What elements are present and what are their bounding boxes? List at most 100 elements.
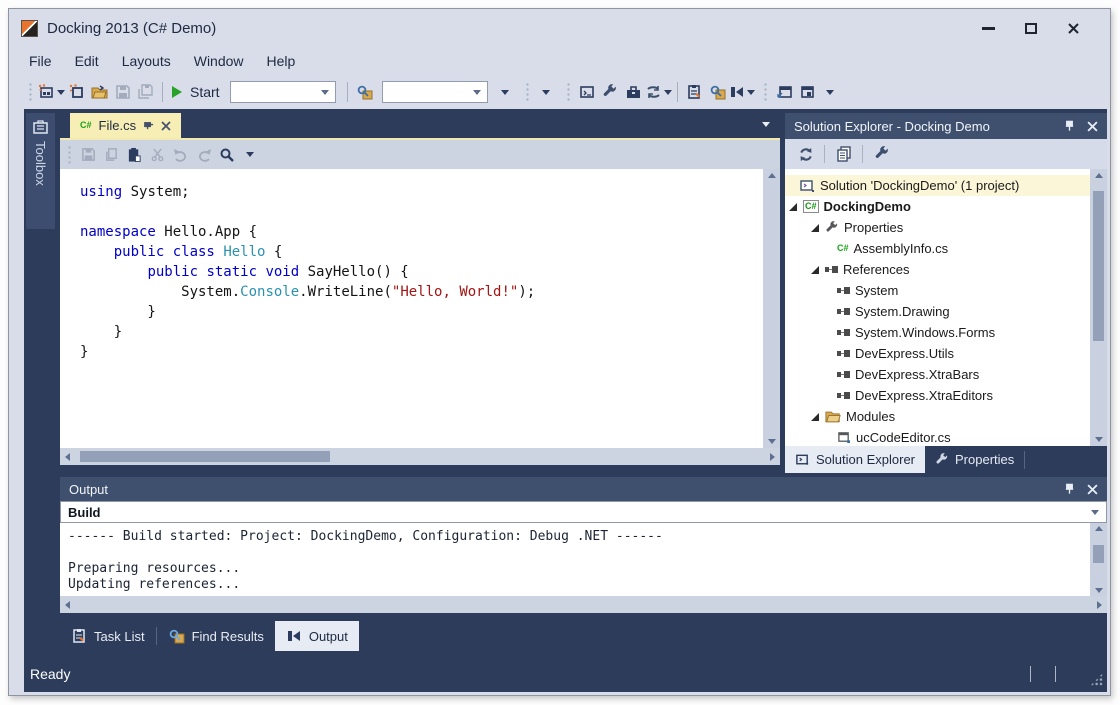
minimize-button[interactable] <box>982 27 995 30</box>
run-config-combobox[interactable] <box>230 81 336 103</box>
toolbar-grip[interactable] <box>28 82 33 102</box>
expander-icon[interactable] <box>811 224 819 232</box>
tree-item-folder[interactable]: Modules <box>785 406 1090 427</box>
scroll-up-arrow[interactable] <box>1095 526 1103 531</box>
toolbar-overflow-caret[interactable] <box>819 80 842 104</box>
menu-item-layouts[interactable]: Layouts <box>122 53 171 69</box>
tree-item-reference[interactable]: DevExpress.Utils <box>785 343 1090 364</box>
find-in-files-button[interactable] <box>353 80 376 104</box>
layout-switch-caret[interactable] <box>664 90 672 95</box>
toolbar-grip[interactable] <box>763 82 768 102</box>
expander-icon[interactable] <box>789 203 797 211</box>
search-button[interactable] <box>215 143 238 167</box>
code-editor[interactable]: using System; namespace Hello.App { publ… <box>60 169 780 448</box>
tree-item-solution[interactable]: Solution 'DockingDemo' (1 project) <box>785 175 1090 196</box>
save-all-button[interactable] <box>134 80 157 104</box>
menu-item-help[interactable]: Help <box>267 53 296 69</box>
toolbar-grip[interactable] <box>566 82 571 102</box>
close-tab-icon[interactable] <box>161 121 171 131</box>
expander-icon[interactable] <box>811 266 819 274</box>
output-text[interactable]: ------ Build started: Project: DockingDe… <box>60 523 1090 596</box>
tree-item-project[interactable]: C# DockingDemo <box>785 196 1090 217</box>
close-icon[interactable] <box>1087 484 1098 495</box>
output-button[interactable] <box>729 80 755 104</box>
toolbar-overflow-caret[interactable] <box>535 80 558 104</box>
output-vertical-scrollbar[interactable] <box>1090 523 1107 596</box>
expander-icon[interactable] <box>811 413 819 421</box>
maximize-button[interactable] <box>1025 23 1037 34</box>
scroll-up-arrow[interactable] <box>1095 173 1103 178</box>
toolbox-tab[interactable]: Toolbox <box>26 113 55 229</box>
editor-vertical-scrollbar[interactable] <box>763 169 780 448</box>
output-channel-combobox[interactable]: Build <box>60 501 1107 523</box>
undo-button[interactable] <box>169 143 192 167</box>
properties-button[interactable] <box>599 80 622 104</box>
document-tab-filecs[interactable]: C# File.cs <box>70 113 181 138</box>
editor-horizontal-scrollbar[interactable] <box>60 448 780 465</box>
task-list-button[interactable] <box>683 80 706 104</box>
solution-explorer-button[interactable] <box>576 80 599 104</box>
scroll-down-arrow[interactable] <box>768 439 776 444</box>
show-all-files-button[interactable] <box>832 142 855 166</box>
output-header[interactable]: Output <box>60 477 1107 501</box>
search-options-caret[interactable] <box>238 143 261 167</box>
output-horizontal-scrollbar[interactable] <box>60 596 1107 613</box>
new-item-button[interactable] <box>65 80 88 104</box>
scroll-thumb[interactable] <box>1093 191 1104 341</box>
pin-icon[interactable] <box>1064 483 1075 495</box>
toolbar-grip[interactable] <box>525 82 530 102</box>
pin-icon[interactable] <box>1064 120 1075 132</box>
tab-properties[interactable]: Properties <box>925 446 1024 473</box>
scroll-left-arrow[interactable] <box>65 601 70 609</box>
toolbox-button[interactable] <box>622 80 645 104</box>
copy-button[interactable] <box>100 143 123 167</box>
tree-item-file[interactable]: C# AssemblyInfo.cs <box>785 238 1090 259</box>
scroll-down-arrow[interactable] <box>1095 437 1103 442</box>
menu-item-file[interactable]: File <box>29 53 52 69</box>
save-button[interactable] <box>77 143 100 167</box>
search-combo-caret[interactable] <box>473 90 481 95</box>
open-button[interactable] <box>88 80 111 104</box>
tree-item-reference[interactable]: System.Drawing <box>785 301 1090 322</box>
close-icon[interactable] <box>1087 121 1098 132</box>
output-channel-caret[interactable] <box>1091 510 1099 515</box>
tree-item-reference[interactable]: System.Windows.Forms <box>785 322 1090 343</box>
scroll-right-arrow[interactable] <box>770 453 775 461</box>
properties-wrench-button[interactable] <box>870 142 893 166</box>
scroll-right-arrow[interactable] <box>1097 601 1102 609</box>
new-project-caret[interactable] <box>57 90 65 95</box>
new-project-button[interactable] <box>38 80 65 104</box>
redo-button[interactable] <box>192 143 215 167</box>
document-list-caret[interactable] <box>762 122 770 127</box>
toolbar-grip[interactable] <box>67 145 72 165</box>
cut-button[interactable] <box>146 143 169 167</box>
tree-item-file[interactable]: ucCodeEditor.cs <box>785 427 1090 446</box>
code-area[interactable]: using System; namespace Hello.App { publ… <box>60 169 763 448</box>
solution-explorer-header[interactable]: Solution Explorer - Docking Demo <box>785 113 1107 139</box>
toolbar-overflow-caret[interactable] <box>494 80 517 104</box>
tree-item-references[interactable]: References <box>785 259 1090 280</box>
find-results-button[interactable] <box>706 80 729 104</box>
tree-item-reference[interactable]: DevExpress.XtraEditors <box>785 385 1090 406</box>
start-button[interactable]: Start <box>168 80 224 104</box>
paste-button[interactable] <box>123 143 146 167</box>
menu-item-edit[interactable]: Edit <box>75 53 99 69</box>
run-config-caret[interactable] <box>321 90 329 95</box>
menu-item-window[interactable]: Window <box>194 53 244 69</box>
tab-find-results[interactable]: Find Results <box>157 621 275 651</box>
tab-output[interactable]: Output <box>275 621 359 651</box>
tab-task-list[interactable]: Task List <box>60 621 156 651</box>
tree-item-reference[interactable]: DevExpress.XtraBars <box>785 364 1090 385</box>
refresh-button[interactable] <box>794 142 817 166</box>
tree-vertical-scrollbar[interactable] <box>1090 169 1107 446</box>
output-button-caret[interactable] <box>747 90 755 95</box>
close-button[interactable] <box>1067 22 1080 35</box>
save-button[interactable] <box>111 80 134 104</box>
dock-window-button[interactable] <box>796 80 819 104</box>
scroll-thumb[interactable] <box>1093 545 1104 563</box>
search-combobox[interactable] <box>382 81 488 103</box>
scroll-up-arrow[interactable] <box>768 173 776 178</box>
scroll-down-arrow[interactable] <box>1095 588 1103 593</box>
scroll-thumb[interactable] <box>80 451 330 462</box>
layout-switch-button[interactable] <box>645 80 672 104</box>
